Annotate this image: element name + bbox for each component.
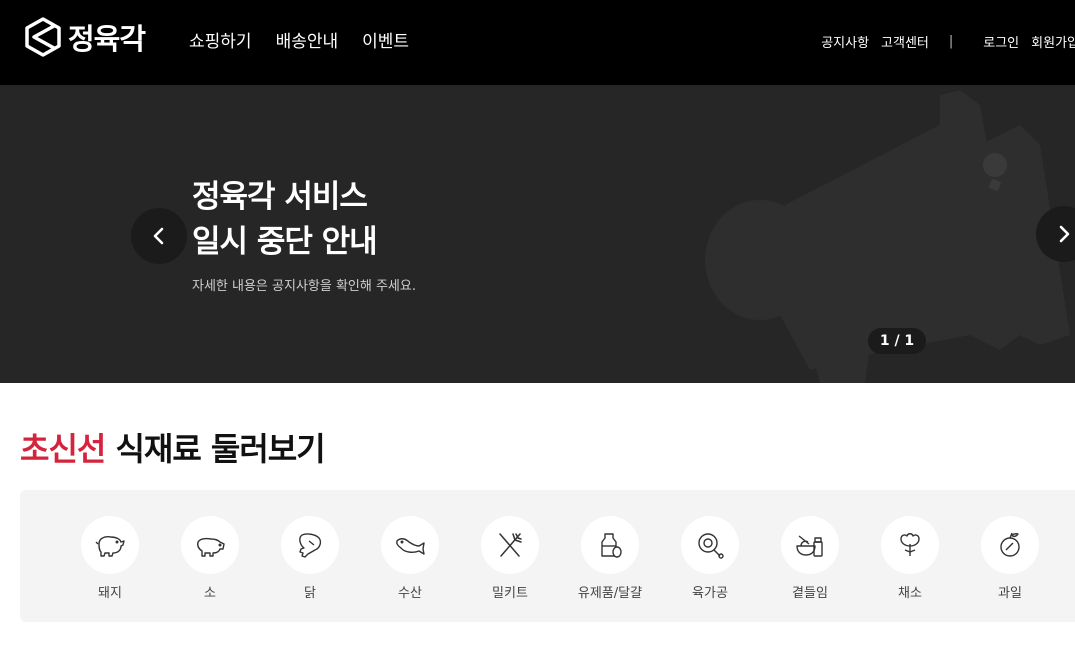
category-label: 유제품/달걀 [577, 586, 643, 601]
category-label: 곁들임 [792, 586, 828, 601]
category-label: 소 [204, 586, 216, 601]
hero-title-line2: 일시 중단 안내 [192, 224, 378, 260]
utility-nav: 공지사항 고객센터 | 로그인 회원가입 [809, 32, 1075, 51]
top-header: 정육각 쇼핑하기 배송안내 이벤트 공지사항 고객센터 | 로그인 회원가입 [0, 0, 1075, 85]
fruit-icon [981, 516, 1039, 574]
category-vegetable[interactable]: 채소 [860, 516, 960, 601]
hero-subtitle: 자세한 내용은 공지사항을 확인해 주세요. [192, 279, 416, 294]
category-fruit[interactable]: 과일 [960, 516, 1060, 601]
milk-egg-icon [581, 516, 639, 574]
logo[interactable]: 정육각 [24, 16, 146, 58]
hero-title-line1: 정육각 서비스 [192, 179, 368, 215]
category-side-dish[interactable]: 곁들임 [760, 516, 860, 601]
category-label: 채소 [898, 586, 922, 601]
vegetable-icon [881, 516, 939, 574]
cow-icon [181, 516, 239, 574]
section-title-accent: 초신선 [20, 430, 106, 468]
main-nav: 쇼핑하기 배송안내 이벤트 [189, 27, 433, 52]
category-list: 돼지 소 닭 수산 밀키트 유제품/달걀 육가공 곁들임 채소 과일 [20, 490, 1075, 622]
nav-event[interactable]: 이벤트 [362, 27, 409, 52]
category-chicken[interactable]: 닭 [260, 516, 360, 601]
category-beef[interactable]: 소 [160, 516, 260, 601]
logo-text: 정육각 [68, 22, 146, 56]
nav-delivery-info[interactable]: 배송안내 [276, 27, 339, 52]
logo-mark-icon [25, 17, 61, 57]
category-label: 돼지 [98, 586, 122, 601]
fork-knife-icon [481, 516, 539, 574]
category-label: 닭 [304, 586, 316, 601]
pig-icon [81, 516, 139, 574]
hero-banner[interactable]: 정육각 서비스 일시 중단 안내 자세한 내용은 공지사항을 확인해 주세요. … [0, 85, 1075, 383]
notice-link[interactable]: 공지사항 [821, 32, 869, 51]
section-title-rest: 식재료 둘러보기 [105, 430, 325, 468]
signup-link[interactable]: 회원가입 [1031, 32, 1075, 51]
category-seafood[interactable]: 수산 [360, 516, 460, 601]
support-link[interactable]: 고객센터 [881, 32, 929, 51]
section-title: 초신선 식재료 둘러보기 [20, 424, 326, 470]
fish-icon [381, 516, 439, 574]
category-label: 수산 [398, 586, 422, 601]
nav-shopping[interactable]: 쇼핑하기 [189, 27, 252, 52]
category-label: 과일 [998, 586, 1022, 601]
side-dish-icon [781, 516, 839, 574]
category-label: 밀키트 [492, 586, 528, 601]
ham-icon [681, 516, 739, 574]
login-link[interactable]: 로그인 [983, 32, 1019, 51]
hero-title: 정육각 서비스 일시 중단 안내 [192, 175, 378, 265]
util-separator: | [948, 34, 954, 49]
category-mealkit[interactable]: 밀키트 [460, 516, 560, 601]
category-processed-meat[interactable]: 육가공 [660, 516, 760, 601]
category-dairy-egg[interactable]: 유제품/달걀 [560, 516, 660, 601]
chevron-right-icon [1059, 225, 1070, 243]
chevron-left-icon [153, 227, 164, 245]
hero-prev-button[interactable] [131, 208, 187, 264]
category-pork[interactable]: 돼지 [60, 516, 160, 601]
slide-pager: 1 / 1 [868, 328, 926, 354]
chicken-leg-icon [281, 516, 339, 574]
category-label: 육가공 [692, 586, 728, 601]
